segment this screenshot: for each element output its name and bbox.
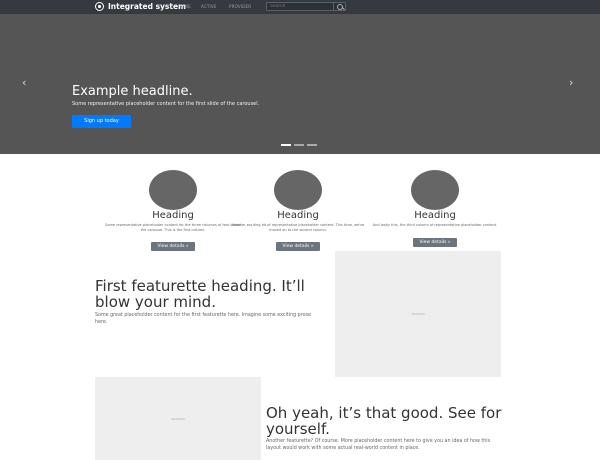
marketing-column: Heading Another exciting bit of represen… <box>218 170 378 251</box>
placeholder-label: 500x500 <box>411 312 425 316</box>
carousel-indicator[interactable] <box>281 144 291 146</box>
view-details-button[interactable]: View details » <box>413 237 457 247</box>
featurette-heading: First featurette heading. It’ll blow you… <box>95 277 305 311</box>
carousel-caption: Some representative placeholder content … <box>72 101 260 107</box>
nav-link-active[interactable]: ACTIVE <box>201 4 217 9</box>
placeholder-label: 500x500 <box>171 416 185 421</box>
nav-link-home[interactable]: HOME <box>178 4 191 9</box>
column-image <box>274 170 322 210</box>
featurette-image-placeholder: 500x500 <box>95 377 261 460</box>
search-icon[interactable] <box>333 2 346 11</box>
carousel-indicator[interactable] <box>307 144 317 146</box>
navbar: Integrated system HOME ACTIVE PROVIDER <box>0 0 600 14</box>
view-details-button[interactable]: View details » <box>276 242 320 251</box>
hero-carousel: ‹ › Example headline. Some representativ… <box>0 14 600 154</box>
view-details-button[interactable]: View details » <box>151 242 195 251</box>
carousel-next-icon[interactable]: › <box>569 76 573 89</box>
column-image <box>411 170 459 210</box>
featurette-lead: Another featurette? Of course. More plac… <box>266 439 491 451</box>
column-heading: Heading <box>414 210 456 221</box>
carousel-indicator[interactable] <box>294 144 304 146</box>
marketing-column: Heading And lastly this, the third colum… <box>355 170 515 247</box>
carousel-prev-icon[interactable]: ‹ <box>22 76 26 89</box>
featurette-heading: Oh yeah, it’s that good. See for yoursel… <box>266 404 502 438</box>
carousel-headline: Example headline. <box>72 84 193 99</box>
sign-up-button[interactable]: Sign up today <box>72 115 131 128</box>
nav-link-provider[interactable]: PROVIDER <box>229 4 251 9</box>
brand-logo-icon <box>95 2 104 11</box>
column-image <box>149 170 197 210</box>
column-text: And lastly this, the third column of rep… <box>372 223 498 227</box>
featurette-lead: Some great placeholder content for the f… <box>95 313 311 325</box>
featurette-image-placeholder: 500x500 <box>335 251 501 377</box>
brand-name: Integrated system <box>108 2 186 11</box>
carousel-indicators <box>281 144 317 146</box>
column-text: Another exciting bit of representative p… <box>231 223 365 232</box>
column-heading: Heading <box>277 210 319 221</box>
brand-link[interactable]: Integrated system <box>95 2 186 11</box>
